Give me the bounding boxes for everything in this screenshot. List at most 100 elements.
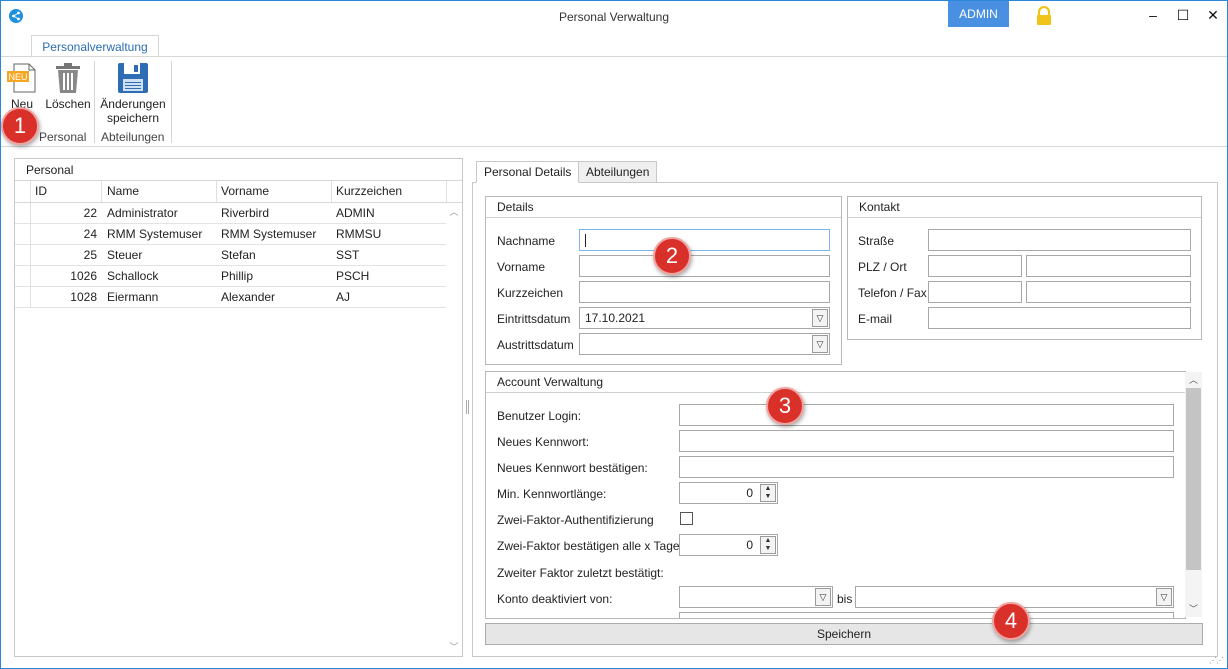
cell-name: RMM Systemuser bbox=[107, 227, 203, 241]
ribbon: NEU Neu Löschen Änderungen speichern Per… bbox=[1, 57, 1227, 147]
entry-date-value: 17.10.2021 bbox=[585, 311, 646, 325]
save-changes-button[interactable]: Änderungen speichern bbox=[97, 61, 169, 125]
chevron-down-icon[interactable]: ﹀ bbox=[446, 640, 462, 654]
entry-date-combo[interactable]: 17.10.2021 ▽ bbox=[579, 307, 830, 329]
marker-1: 1 bbox=[1, 107, 39, 145]
new-badge-text: NEU bbox=[8, 72, 27, 82]
details-group-header: Details bbox=[486, 197, 841, 218]
chevron-down-icon[interactable]: ▽ bbox=[812, 335, 828, 353]
column-header-kurzzeichen[interactable]: Kurzzeichen bbox=[336, 181, 446, 202]
two-factor-checkbox[interactable] bbox=[680, 512, 693, 525]
floppy-disk-icon bbox=[118, 63, 148, 93]
cell-name: Steuer bbox=[107, 248, 143, 262]
marker-3: 3 bbox=[766, 387, 804, 425]
fax-input[interactable] bbox=[1026, 281, 1191, 303]
street-input[interactable] bbox=[928, 229, 1191, 251]
cell-vorname: Phillip bbox=[221, 269, 254, 283]
cell-vorname: RMM Systemuser bbox=[221, 227, 317, 241]
spin-buttons[interactable]: ▲ ▼ bbox=[760, 536, 776, 554]
email-input[interactable] bbox=[928, 307, 1191, 329]
tab-personal-details[interactable]: Personal Details bbox=[476, 161, 580, 183]
resize-grip-icon[interactable]: ⋰⋰ bbox=[1209, 656, 1224, 665]
save-changes-label-line1: Änderungen bbox=[100, 97, 166, 111]
entry-date-label: Eintrittsdatum bbox=[497, 312, 571, 326]
new-password-input[interactable] bbox=[679, 430, 1174, 452]
grid-scrollbar[interactable]: ︿ ﹀ bbox=[446, 203, 462, 656]
chevron-down-icon[interactable]: ﹀ bbox=[1185, 602, 1202, 616]
new-password-label: Neues Kennwort: bbox=[497, 435, 590, 449]
cell-id: 22 bbox=[83, 206, 97, 220]
table-row[interactable]: 22 Administrator Riverbird ADMIN bbox=[15, 203, 447, 224]
two-factor-label: Zwei-Faktor-Authentifizierung bbox=[497, 513, 654, 527]
table-row[interactable]: 1026 Schallock Phillip PSCH bbox=[15, 266, 447, 287]
cell-kurzzeichen: ADMIN bbox=[336, 206, 375, 220]
chevron-up-icon[interactable]: ︿ bbox=[446, 205, 462, 219]
two-factor-days-stepper[interactable]: 0 ▲ ▼ bbox=[679, 534, 778, 556]
column-header-name[interactable]: Name bbox=[107, 181, 217, 202]
two-factor-days-label: Zwei-Faktor bestätigen alle x Tage bbox=[497, 539, 680, 553]
table-row[interactable]: 25 Steuer Stefan SST bbox=[15, 245, 447, 266]
cell-kurzzeichen: SST bbox=[336, 248, 360, 262]
initials-input[interactable] bbox=[579, 281, 830, 303]
marker-4: 4 bbox=[992, 602, 1030, 640]
login-label: Benutzer Login: bbox=[497, 409, 582, 423]
personal-grid: Personal ID Name Vorname Kurzzeichen 22 … bbox=[14, 158, 463, 657]
two-factor-days-value: 0 bbox=[746, 538, 753, 552]
close-button[interactable]: ✕ bbox=[1201, 5, 1225, 25]
new-button[interactable]: NEU Neu bbox=[5, 61, 39, 111]
city-input[interactable] bbox=[1026, 255, 1191, 277]
caret-up-icon: ▲ bbox=[764, 537, 772, 544]
confirm-password-label: Neues Kennwort bestätigen: bbox=[497, 461, 648, 475]
cell-name: Eiermann bbox=[107, 290, 159, 304]
tab-abteilungen[interactable]: Abteilungen bbox=[578, 161, 658, 183]
account-scrollbar[interactable]: ︿ ﹀ bbox=[1185, 372, 1202, 617]
deactivated-from-combo[interactable]: ▽ bbox=[679, 586, 833, 608]
lock-icon[interactable] bbox=[1035, 5, 1053, 26]
chevron-down-icon[interactable]: ▽ bbox=[812, 309, 828, 327]
cell-id: 24 bbox=[83, 227, 97, 241]
ribbon-tab-personalverwaltung[interactable]: Personalverwaltung bbox=[31, 35, 159, 57]
chevron-down-icon[interactable]: ▽ bbox=[1156, 588, 1172, 606]
trash-icon bbox=[56, 63, 80, 93]
save-button[interactable]: Speichern bbox=[485, 623, 1203, 645]
spin-buttons[interactable]: ▲ ▼ bbox=[760, 484, 776, 502]
confirm-password-input[interactable] bbox=[679, 456, 1174, 478]
table-row[interactable]: 1028 Eiermann Alexander AJ bbox=[15, 287, 447, 308]
lastname-input[interactable] bbox=[579, 229, 830, 251]
zip-input[interactable] bbox=[928, 255, 1022, 277]
column-header-id[interactable]: ID bbox=[35, 181, 95, 202]
cell-vorname: Riverbird bbox=[221, 206, 270, 220]
splitter-handle[interactable] bbox=[466, 400, 469, 414]
cell-kurzzeichen: PSCH bbox=[336, 269, 370, 283]
chevron-up-icon[interactable]: ︿ bbox=[1185, 373, 1202, 387]
minimize-button[interactable]: – bbox=[1141, 5, 1165, 25]
cell-name: Schallock bbox=[107, 269, 159, 283]
marker-2: 2 bbox=[653, 237, 691, 275]
deactivated-from-label: Konto deaktiviert von: bbox=[497, 592, 613, 606]
cell-kurzzeichen: AJ bbox=[336, 290, 351, 304]
cell-vorname: Stefan bbox=[221, 248, 256, 262]
login-input[interactable] bbox=[679, 404, 1174, 426]
exit-date-combo[interactable]: ▽ bbox=[579, 333, 830, 355]
account-group-header: Account Verwaltung bbox=[486, 372, 1185, 393]
delete-button-label: Löschen bbox=[45, 97, 91, 111]
phone-fax-label: Telefon / Fax bbox=[858, 286, 927, 300]
firstname-label: Vorname bbox=[497, 260, 546, 274]
scrollbar-thumb[interactable] bbox=[1186, 388, 1201, 570]
delete-button[interactable]: Löschen bbox=[45, 61, 91, 111]
cell-id: 25 bbox=[83, 248, 97, 262]
clipped-field bbox=[679, 612, 1174, 618]
table-row[interactable]: 24 RMM Systemuser RMM Systemuser RMMSU bbox=[15, 224, 447, 245]
column-header-vorname[interactable]: Vorname bbox=[221, 181, 331, 202]
cell-id: 1028 bbox=[70, 290, 97, 304]
chevron-down-icon[interactable]: ▽ bbox=[815, 588, 831, 606]
email-label: E-mail bbox=[858, 312, 893, 326]
phone-input[interactable] bbox=[928, 281, 1022, 303]
until-label: bis bbox=[837, 592, 853, 606]
maximize-button[interactable]: ☐ bbox=[1171, 5, 1195, 25]
min-length-stepper[interactable]: 0 ▲ ▼ bbox=[679, 482, 778, 504]
firstname-input[interactable] bbox=[579, 255, 830, 277]
cell-id: 1026 bbox=[70, 269, 97, 283]
user-badge[interactable]: ADMIN bbox=[948, 1, 1009, 27]
min-length-value: 0 bbox=[746, 486, 753, 500]
